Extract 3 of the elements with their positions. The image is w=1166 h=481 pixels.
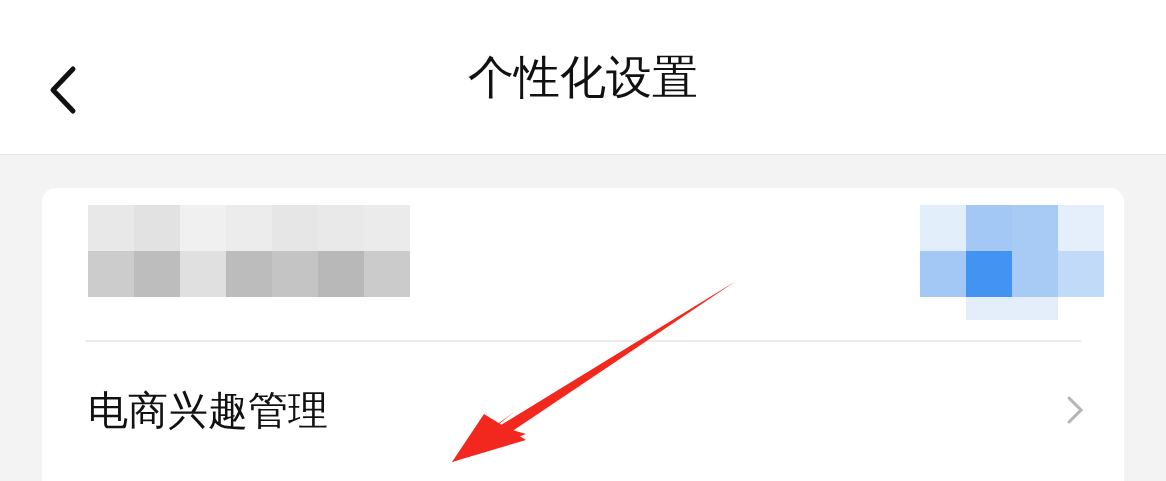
page-title: 个性化设置 <box>468 48 698 106</box>
chevron-icon <box>1066 395 1084 425</box>
settings-row[interactable]: 电商兴趣管理 <box>42 342 1124 481</box>
